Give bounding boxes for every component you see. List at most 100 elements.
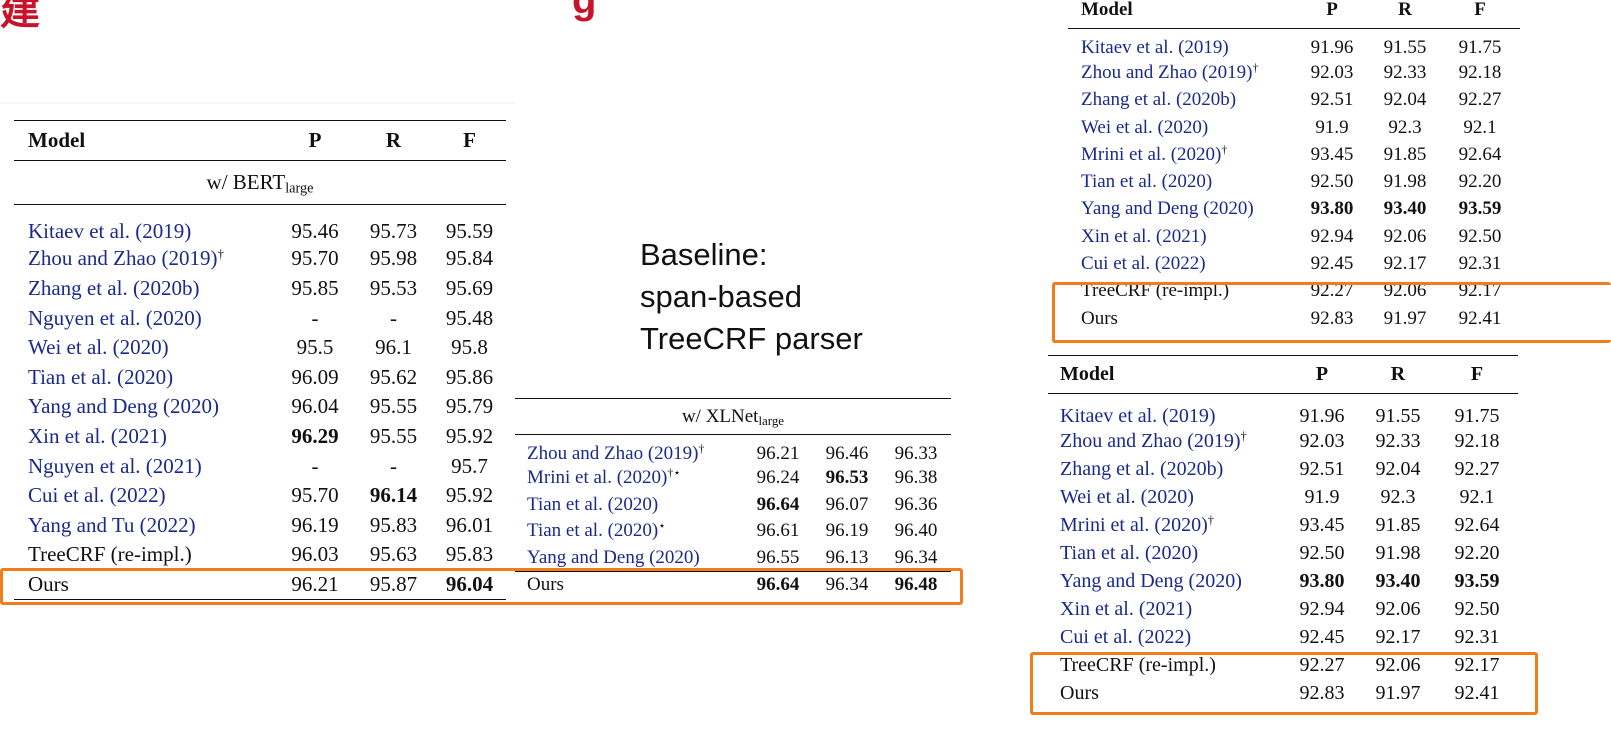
citation-link[interactable]: Wei et al. (2020) bbox=[1060, 486, 1194, 508]
footnote-mark: †⋆ bbox=[667, 466, 681, 480]
model-cell: Zhou and Zhao (2019)† bbox=[1068, 59, 1294, 86]
value-f: 96.33 bbox=[894, 443, 938, 464]
table-row: Yang and Deng (2020) 93.80 93.40 93.59 bbox=[1068, 196, 1520, 223]
citation-authors: Mrini et al. ( bbox=[1060, 514, 1162, 536]
citation-link[interactable]: Yang and Tu (2022) bbox=[28, 513, 196, 537]
header-f: F bbox=[1470, 363, 1484, 385]
value-r: 91.55 bbox=[1383, 37, 1427, 59]
value-p: 92.45 bbox=[1310, 253, 1354, 275]
citation-authors: Mrini et al. ( bbox=[1081, 143, 1178, 165]
citation-close: ) bbox=[1233, 430, 1241, 452]
citation-authors: Tian et al. ( bbox=[527, 493, 614, 515]
table-row: Kitaev et al. (2019) 91.96 91.55 91.75 bbox=[1048, 394, 1518, 428]
value-p: 91.96 bbox=[1310, 37, 1354, 59]
citation-link[interactable]: Zhou and Zhao (2019) bbox=[1081, 62, 1252, 83]
citation-authors: Zhou and Zhao ( bbox=[527, 443, 655, 464]
table-row: Tian et al. (2020) 96.09 95.62 95.86 bbox=[14, 362, 506, 392]
value-f: 92.50 bbox=[1454, 598, 1500, 620]
value-p: 96.61 bbox=[756, 520, 800, 542]
citation-link[interactable]: Tian et al. (2020) bbox=[527, 520, 658, 541]
citation-link[interactable]: Mrini et al. (2020) bbox=[1081, 144, 1221, 165]
citation-link[interactable]: Xin et al. (2021) bbox=[1081, 226, 1207, 247]
value-p: 96.64 bbox=[756, 493, 800, 515]
citation-authors: Nguyen et al. ( bbox=[28, 305, 153, 330]
citation-link[interactable]: Zhang et al. (2020b) bbox=[1081, 89, 1236, 110]
citation-link[interactable]: Wei et al. (2020) bbox=[28, 335, 169, 359]
value-p: 91.9 bbox=[1304, 486, 1340, 508]
citation-link[interactable]: Kitaev et al. (2019) bbox=[28, 219, 191, 243]
model-cell: Kitaev et al. (2019) bbox=[14, 205, 276, 245]
model-cell: Zhang et al. (2020b) bbox=[14, 274, 276, 304]
citation-authors: Yang and Deng ( bbox=[28, 394, 170, 419]
value-r: 95.55 bbox=[369, 423, 418, 448]
value-f: 91.75 bbox=[1458, 37, 1502, 59]
citation-link[interactable]: Cui et al. (2022) bbox=[28, 483, 166, 507]
header-model: Model bbox=[28, 128, 86, 152]
citation-link[interactable]: Zhou and Zhao (2019) bbox=[527, 443, 698, 464]
value-p: 92.50 bbox=[1299, 542, 1345, 564]
citation-link[interactable]: Zhang et al. (2020b) bbox=[1060, 458, 1223, 480]
citation-link[interactable]: Yang and Deng (2020) bbox=[1060, 570, 1242, 592]
citation-link[interactable]: Mrini et al. (2020) bbox=[1060, 514, 1208, 536]
model-cell: Zhou and Zhao (2019)† bbox=[515, 435, 743, 466]
model-cell: Mrini et al. (2020)† bbox=[1048, 512, 1284, 540]
citation-close: ) bbox=[1191, 542, 1199, 564]
table-row: Cui et al. (2022) 92.45 92.17 92.31 bbox=[1068, 250, 1520, 277]
citation-close: ) bbox=[1222, 37, 1229, 59]
value-f: 92.18 bbox=[1458, 61, 1502, 83]
citation-link[interactable]: Nguyen et al. (2021) bbox=[28, 454, 202, 478]
citation-year: 2021 bbox=[152, 453, 195, 478]
model-cell: Yang and Tu (2022) bbox=[14, 510, 276, 540]
citation-link[interactable]: Tian et al. (2020) bbox=[527, 494, 658, 515]
citation-link[interactable]: Wei et al. (2020) bbox=[1081, 117, 1208, 138]
citation-authors: Zhang et al. ( bbox=[28, 275, 140, 300]
header-r: R bbox=[385, 128, 402, 152]
citation-close: ) bbox=[1216, 458, 1224, 480]
citation-authors: Yang and Deng ( bbox=[1060, 570, 1196, 592]
value-r: 92.04 bbox=[1383, 89, 1427, 111]
table-row: Cui et al. (2022) 92.45 92.17 92.31 bbox=[1048, 624, 1518, 652]
model-cell: Cui et al. (2022) bbox=[14, 481, 276, 511]
citation-link[interactable]: Kitaev et al. (2019) bbox=[1060, 405, 1216, 427]
table-row: Mrini et al. (2020)†⋆ 96.24 96.53 96.38 bbox=[515, 465, 951, 492]
citation-year: 2019 bbox=[142, 219, 185, 244]
citation-link[interactable]: Cui et al. (2022) bbox=[1081, 253, 1206, 274]
value-f: 92.50 bbox=[1458, 225, 1502, 247]
citation-link[interactable]: Yang and Deng (2020) bbox=[1081, 198, 1254, 219]
citation-link[interactable]: Tian et al. (2020) bbox=[1060, 542, 1198, 564]
citation-link[interactable]: Nguyen et al. (2020) bbox=[28, 306, 202, 330]
value-r: 93.40 bbox=[1383, 198, 1427, 220]
table-row: Mrini et al. (2020)† 93.45 91.85 92.64 bbox=[1048, 512, 1518, 540]
citation-authors: Zhou and Zhao ( bbox=[1060, 430, 1194, 452]
citation-link[interactable]: Kitaev et al. (2019) bbox=[1081, 37, 1229, 58]
citation-link[interactable]: Mrini et al. (2020) bbox=[527, 467, 667, 488]
model-cell: TreeCRF (re-impl.) bbox=[28, 542, 192, 567]
value-f: 95.83 bbox=[445, 542, 494, 567]
value-p: 92.94 bbox=[1299, 598, 1345, 620]
citation-link[interactable]: Zhou and Zhao (2019) bbox=[1060, 430, 1241, 452]
section-row: w/ XLNetlarge bbox=[515, 399, 951, 435]
section-prefix: w/ BERT bbox=[206, 170, 286, 194]
citation-link[interactable]: Cui et al. (2022) bbox=[1060, 626, 1191, 648]
citation-authors: Kitaev et al. ( bbox=[1081, 37, 1185, 59]
footnote-mark: † bbox=[1207, 513, 1214, 528]
citation-link[interactable]: Xin et al. (2021) bbox=[28, 424, 167, 448]
citation-link[interactable]: Yang and Deng (2020) bbox=[527, 547, 700, 568]
value-f: 92.27 bbox=[1458, 89, 1502, 111]
header-p: P bbox=[1315, 363, 1329, 385]
citation-close: ) bbox=[1199, 253, 1206, 275]
value-f: 95.7 bbox=[451, 453, 488, 478]
citation-link[interactable]: Xin et al. (2021) bbox=[1060, 598, 1192, 620]
model-cell: Tian et al. (2020) bbox=[1048, 540, 1284, 568]
model-cell: Zhang et al. (2020b) bbox=[1048, 456, 1284, 484]
value-f: 91.75 bbox=[1454, 404, 1500, 427]
citation-link[interactable]: Zhou and Zhao (2019) bbox=[28, 246, 218, 270]
citation-year: 2019 bbox=[1168, 404, 1209, 427]
citation-link[interactable]: Tian et al. (2020) bbox=[28, 365, 173, 389]
header-model: Model bbox=[1060, 363, 1115, 385]
citation-link[interactable]: Tian et al. (2020) bbox=[1081, 171, 1212, 192]
citation-link[interactable]: Yang and Deng (2020) bbox=[28, 394, 219, 418]
value-r: 95.55 bbox=[369, 394, 418, 419]
citation-link[interactable]: Zhang et al. (2020b) bbox=[28, 276, 199, 300]
citation-close: ) bbox=[210, 246, 218, 271]
